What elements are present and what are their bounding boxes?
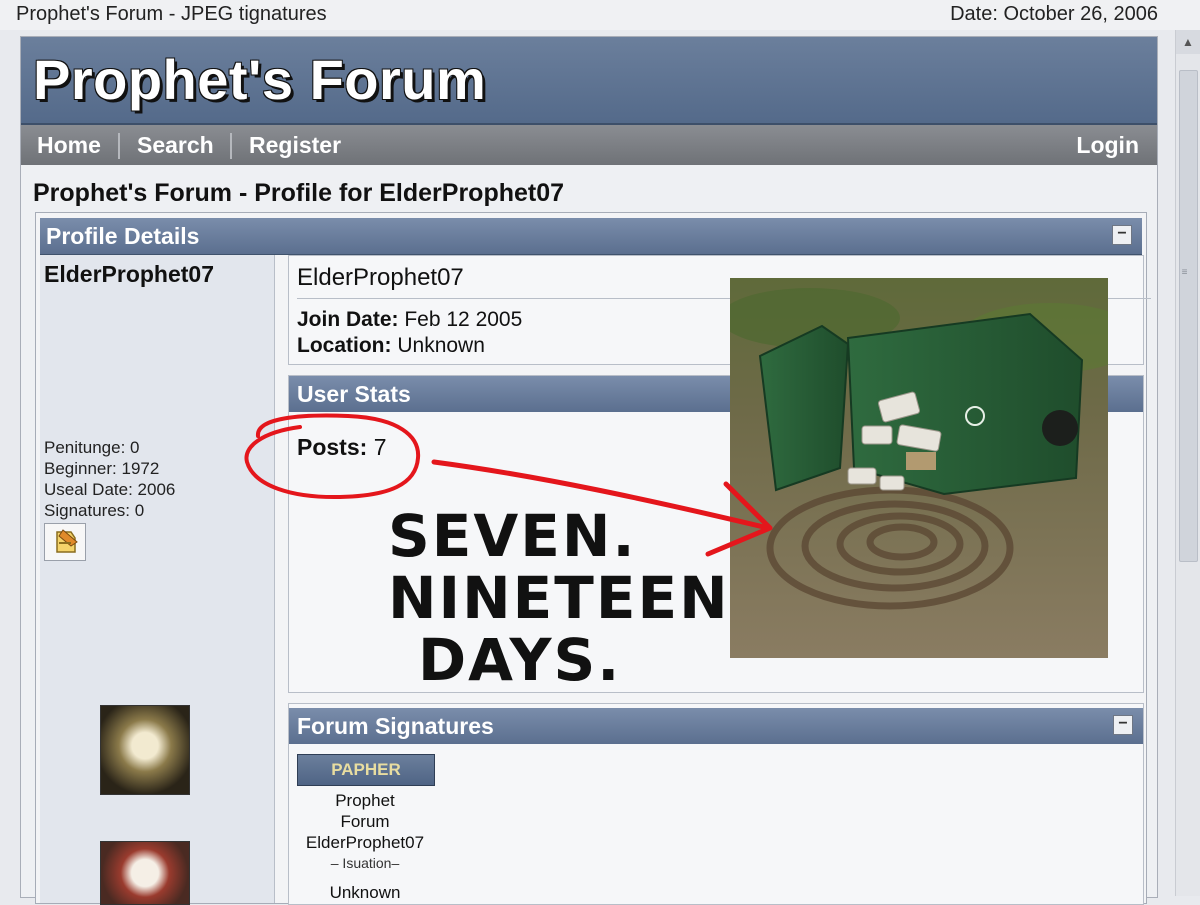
note-line: DAYS. [418, 626, 622, 694]
handwritten-note: SEVEN. NINETEEN DAYS. [388, 505, 730, 691]
red-annotation [244, 413, 773, 557]
note-line: NINETEEN [388, 564, 730, 632]
note-line: SEVEN. [388, 502, 637, 570]
